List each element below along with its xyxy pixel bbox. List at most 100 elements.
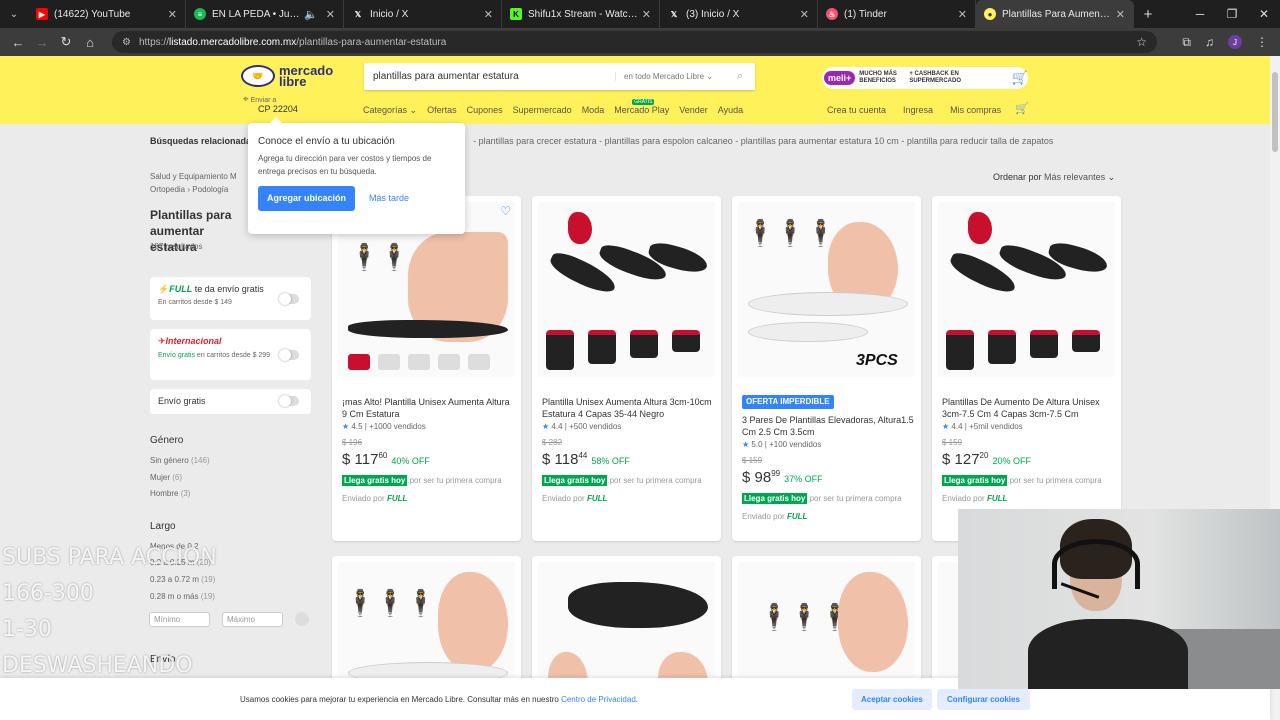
close-icon[interactable]: ✕ (326, 8, 335, 21)
privacy-center-link[interactable]: Centro de Privacidad (561, 695, 636, 704)
location-pin-icon: ⌖ (243, 94, 249, 105)
product-card[interactable]: 🕴🕴🕴🕴 ♡ ¡mas Alto! Plantilla Unisex Aumen… (332, 196, 521, 541)
nav-label: Mercado Play (614, 105, 670, 115)
option-label: Hombre (150, 489, 179, 498)
tab-title: Inicio / X (370, 8, 409, 20)
max-input[interactable]: Máximo (222, 612, 283, 627)
tab-x-home-2[interactable]: 𝕏 (3) Inicio / X ✕ (660, 0, 818, 28)
forward-icon[interactable]: → (30, 35, 54, 50)
search-scope-select[interactable]: en todo Mercado Libre ⌄ (615, 72, 725, 81)
related-link[interactable]: plantillas para crecer estatura (479, 136, 597, 146)
related-link[interactable]: plantillas para espolon calcaneo (605, 136, 733, 146)
product-card[interactable]: Plantillas De Aumento De Altura Unisex 3… (932, 196, 1121, 541)
product-image[interactable] (938, 202, 1115, 377)
browser-menu-icon[interactable]: ⋮ (1256, 35, 1268, 49)
my-purchases-link[interactable]: Mis compras (950, 105, 1001, 115)
option-count: (146) (190, 456, 210, 465)
favorite-heart-icon[interactable]: ♡ (500, 204, 511, 218)
media-controls-icon[interactable]: ♫ (1205, 35, 1214, 49)
minimize-icon[interactable]: ─ (1184, 7, 1216, 21)
filter-option[interactable]: Sin género (146) (150, 456, 210, 465)
product-image[interactable]: 🕴🕴🕴 3PCS (738, 202, 915, 377)
close-icon[interactable]: ✕ (958, 8, 967, 21)
tab-mercadolibre[interactable]: ● Plantillas Para Aumentar Estatu ✕ (976, 0, 1134, 28)
later-button[interactable]: Más tarde (369, 192, 409, 205)
product-card[interactable]: 🕴🕴🕴 3PCS OFERTA IMPERDIBLE 3 Pares De Pl… (732, 196, 921, 541)
tab-spotify[interactable]: ≡ EN LA PEDA • Junior H 🔈 ✕ (186, 0, 344, 28)
tab-x-home[interactable]: 𝕏 Inicio / X ✕ (344, 0, 502, 28)
product-title[interactable]: Plantilla Unisex Aumenta Altura 3cm-10cm… (542, 396, 714, 420)
home-icon[interactable]: ⌂ (78, 35, 102, 50)
address-bar[interactable]: ⚙ https://listado.mercadolibre.com.mx/pl… (112, 31, 1157, 53)
breadcrumb-item[interactable]: Ortopedia (150, 185, 185, 194)
related-link[interactable]: plantillas para aumentar estatura 10 cm (741, 136, 899, 146)
nav-mercado-play[interactable]: GRATIS Mercado Play (614, 99, 670, 116)
maximize-icon[interactable]: ❐ (1216, 7, 1248, 21)
product-title[interactable]: 3 Pares De Plantillas Elevadoras, Altura… (742, 414, 914, 438)
tab-youtube[interactable]: ▶ (14622) YouTube ✕ (28, 0, 186, 28)
filter-full-shipping[interactable]: ⚡FULL te da envío gratis En carritos des… (150, 277, 311, 320)
nav-supermercado[interactable]: Supermercado (513, 105, 572, 116)
intl-subtext: en carritos desde $ 299 (196, 352, 271, 359)
tab-kick[interactable]: K Shifu1x Stream - Watch Live on ✕ (502, 0, 660, 28)
site-info-icon[interactable]: ⚙ (122, 37, 131, 48)
discount-badge: 20% OFF (992, 456, 1031, 466)
close-icon[interactable]: ✕ (484, 8, 493, 21)
login-link[interactable]: Ingresa (903, 105, 933, 115)
main-nav: Categorías ⌄ Ofertas Cupones Supermercad… (363, 99, 743, 116)
reload-icon[interactable]: ↻ (54, 34, 78, 50)
window-close-icon[interactable]: ✕ (1248, 7, 1280, 21)
scrollbar-thumb[interactable] (1272, 72, 1278, 152)
breadcrumb-item[interactable]: Salud y Equipamiento M (150, 170, 237, 183)
nav-vender[interactable]: Vender (679, 105, 708, 116)
close-icon[interactable]: ✕ (642, 8, 651, 21)
sort-control[interactable]: Ordenar por Más relevantes ⌄ (993, 172, 1115, 183)
related-link[interactable]: plantilla para reducir talla de zapatos (907, 136, 1054, 146)
extensions-icon[interactable]: ⧉ (1182, 35, 1191, 50)
add-location-button[interactable]: Agregar ubicación (258, 186, 356, 211)
filter-free-shipping[interactable]: Envío gratis (150, 389, 311, 414)
configure-cookies-button[interactable]: Configurar cookies (937, 688, 1030, 710)
apply-range-button[interactable] (295, 612, 309, 626)
back-icon[interactable]: ← (6, 35, 30, 50)
product-title[interactable]: ¡mas Alto! Plantilla Unisex Aumenta Altu… (342, 396, 514, 420)
close-icon[interactable]: ✕ (1116, 8, 1125, 21)
close-icon[interactable]: ✕ (168, 8, 177, 21)
arrives-today-badge: Llega gratis hoy (742, 493, 808, 504)
mercadolibre-logo[interactable]: 🤝 mercado libre (241, 64, 333, 88)
full-toggle[interactable] (279, 293, 299, 305)
international-toggle[interactable] (279, 349, 299, 361)
new-tab-icon[interactable]: + (1134, 6, 1162, 23)
tab-title: EN LA PEDA • Junior H (212, 8, 300, 20)
close-icon[interactable]: ✕ (800, 8, 809, 21)
mute-icon[interactable]: 🔈 (304, 8, 318, 21)
nav-ayuda[interactable]: Ayuda (718, 105, 743, 116)
filter-option[interactable]: Hombre (3) (150, 489, 190, 498)
bookmark-star-icon[interactable]: ☆ (1136, 35, 1147, 49)
profile-avatar[interactable]: J (1228, 35, 1242, 49)
filter-international[interactable]: ✈Internacional Envío gratis en carritos … (150, 329, 311, 380)
filter-option[interactable]: Mujer (6) (150, 473, 182, 482)
nav-cupones[interactable]: Cupones (467, 105, 503, 116)
product-title[interactable]: Plantillas De Aumento De Altura Unisex 3… (942, 396, 1114, 420)
nav-categorias[interactable]: Categorías ⌄ (363, 105, 417, 116)
cart-icon[interactable]: 🛒 (1015, 102, 1029, 115)
sold-count: | +1000 vendidos (364, 422, 426, 431)
product-image[interactable] (538, 202, 715, 377)
free-shipping-toggle[interactable] (279, 395, 299, 407)
create-account-link[interactable]: Crea tu cuenta (827, 105, 886, 115)
lightning-icon: ⚡ (158, 284, 170, 294)
search-input[interactable]: plantillas para aumentar estatura (364, 71, 615, 82)
tab-search-icon[interactable]: ⌄ (0, 0, 28, 28)
tab-tinder[interactable]: ♨ (1) Tinder ✕ (818, 0, 976, 28)
accept-cookies-button[interactable]: Aceptar cookies (852, 688, 932, 710)
product-card[interactable]: Plantilla Unisex Aumenta Altura 3cm-10cm… (532, 196, 721, 541)
search-icon[interactable]: ⌕ (725, 70, 755, 83)
rating-value: 4.4 (551, 422, 563, 431)
nav-moda[interactable]: Moda (582, 105, 605, 116)
nav-ofertas[interactable]: Ofertas (427, 105, 457, 116)
meli-plus-banner[interactable]: meli+ MUCHO MÁS BENEFICIOS + CASHBACK EN… (822, 67, 1028, 89)
streamer-figure (1028, 519, 1188, 689)
breadcrumb-item[interactable]: Podología (192, 185, 228, 194)
delivery-location[interactable]: ⌖ Enviar a CP 22204 (243, 94, 298, 114)
